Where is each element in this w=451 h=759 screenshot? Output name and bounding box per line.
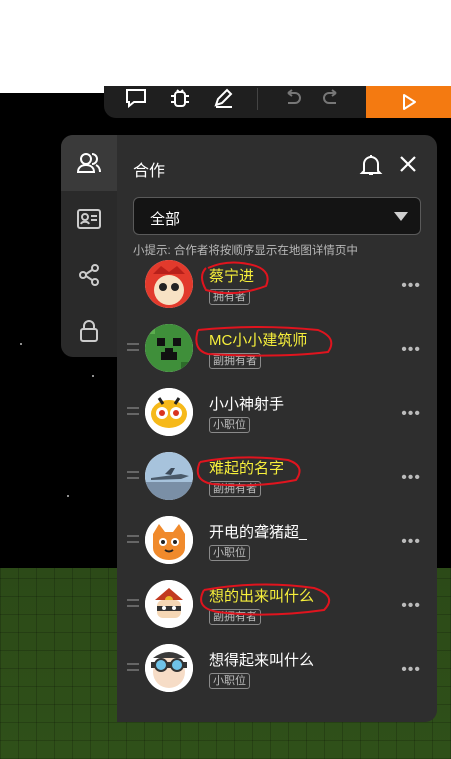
collaborator-name: 蔡宁进 <box>209 268 255 285</box>
bell-icon <box>359 155 383 175</box>
close-icon <box>400 156 416 172</box>
play-icon <box>402 94 416 110</box>
star <box>92 375 94 377</box>
more-options-button[interactable]: ••• <box>401 533 421 551</box>
bug-icon[interactable] <box>166 86 194 110</box>
drag-handle-icon[interactable] <box>127 663 139 671</box>
filter-select[interactable]: 全部 <box>133 197 421 235</box>
lock-icon <box>80 320 98 342</box>
chevron-down-icon <box>394 212 408 221</box>
role-badge: 拥有者 <box>209 289 250 305</box>
role-badge: 小职位 <box>209 673 250 689</box>
sidebar-item-lock[interactable] <box>61 303 117 359</box>
role-badge: 副拥有者 <box>209 609 261 625</box>
drag-handle-icon[interactable] <box>127 407 139 415</box>
collaborator-name: MC小小建筑师 <box>209 332 308 349</box>
collaborator-name: 小小神射手 <box>209 396 285 413</box>
more-options-button[interactable]: ••• <box>401 277 421 295</box>
users-icon <box>76 153 101 173</box>
collaborator-row[interactable]: 小小神射手 小职位 ••• <box>117 381 437 445</box>
edit-icon[interactable] <box>210 86 238 110</box>
collaborator-name: 想的出来叫什么 <box>209 588 315 605</box>
avatar <box>145 324 193 372</box>
filter-selected-value: 全部 <box>150 211 181 228</box>
collaborator-row[interactable]: 想的出来叫什么 副拥有者 ••• <box>117 573 437 637</box>
notification-bell-button[interactable] <box>359 153 383 182</box>
collaborator-name: 开电的聋猪超_ <box>209 524 308 541</box>
more-options-button[interactable]: ••• <box>401 341 421 359</box>
play-button[interactable] <box>366 86 451 118</box>
avatar <box>145 452 193 500</box>
avatar <box>145 644 193 692</box>
sidebar-item-collaborators[interactable] <box>61 135 117 191</box>
collaborator-row[interactable]: 开电的聋猪超_ 小职位 ••• <box>117 509 437 573</box>
more-options-button[interactable]: ••• <box>401 469 421 487</box>
collaborator-name: 想得起来叫什么 <box>209 652 315 669</box>
avatar <box>145 516 193 564</box>
top-toolbar <box>104 86 451 118</box>
more-options-button[interactable]: ••• <box>401 405 421 423</box>
drag-handle-icon[interactable] <box>127 471 139 479</box>
more-options-button[interactable]: ••• <box>401 597 421 615</box>
star <box>20 343 22 345</box>
drag-handle-icon[interactable] <box>127 599 139 607</box>
avatar <box>145 580 193 628</box>
comment-icon[interactable] <box>122 86 150 110</box>
drag-handle-icon[interactable] <box>127 535 139 543</box>
share-icon <box>79 264 99 286</box>
role-badge: 小职位 <box>209 417 250 433</box>
close-button[interactable] <box>399 155 417 178</box>
role-badge: 小职位 <box>209 545 250 561</box>
collaborator-row[interactable]: 想得起来叫什么 小职位 ••• <box>117 637 437 701</box>
more-options-button[interactable]: ••• <box>401 661 421 679</box>
collaboration-panel: 合作 全部 小提示: 合作者将按顺序显示在地图详情页中 蔡宁进 拥有者 ••• … <box>117 135 437 722</box>
toolbar-divider <box>257 88 258 110</box>
sidebar-item-profile[interactable] <box>61 191 117 247</box>
avatar <box>145 260 193 308</box>
collaborator-row[interactable]: 蔡宁进 拥有者 ••• <box>117 253 437 317</box>
role-badge: 副拥有者 <box>209 353 261 369</box>
role-badge: 副拥有者 <box>209 481 261 497</box>
avatar <box>145 388 193 436</box>
id-card-icon <box>77 209 101 229</box>
collaborator-row[interactable]: MC小小建筑师 副拥有者 ••• <box>117 317 437 381</box>
collaborator-row[interactable]: 难起的名字 副拥有者 ••• <box>117 445 437 509</box>
collaborator-name: 难起的名字 <box>209 460 285 477</box>
undo-icon[interactable] <box>278 86 306 110</box>
panel-title: 合作 <box>133 163 166 180</box>
star <box>67 495 69 497</box>
drag-handle-icon[interactable] <box>127 343 139 351</box>
redo-icon[interactable] <box>318 86 346 110</box>
collab-sidebar <box>61 135 117 357</box>
sidebar-item-share[interactable] <box>61 247 117 303</box>
